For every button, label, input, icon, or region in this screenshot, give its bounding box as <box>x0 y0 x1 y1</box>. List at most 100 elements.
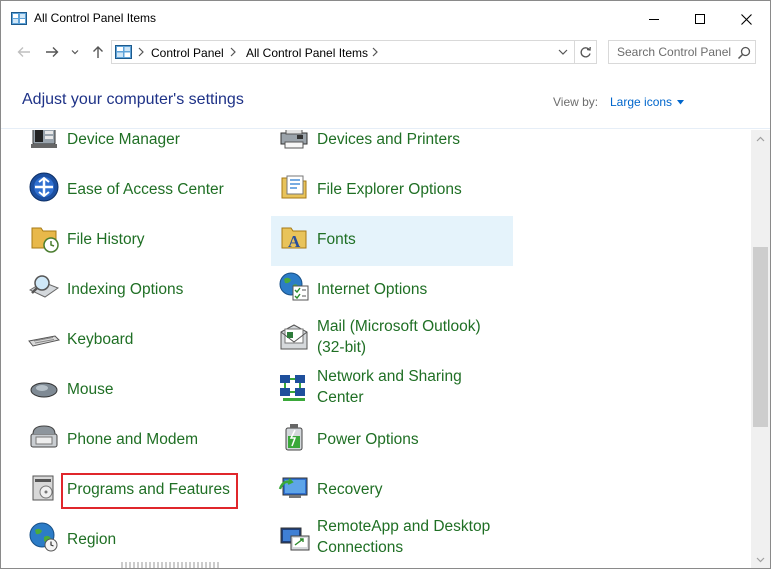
chevron-down-icon <box>756 557 765 562</box>
item-label[interactable]: Region <box>67 529 116 550</box>
item-label[interactable]: RemoteApp and Desktop Connections <box>317 516 497 558</box>
view-by-value[interactable]: Large icons <box>610 95 672 109</box>
item-label[interactable]: Fonts <box>317 229 497 250</box>
file-history-icon <box>31 227 59 253</box>
up-arrow-icon <box>93 46 103 58</box>
chevron-right-icon[interactable] <box>229 46 237 58</box>
maximize-button[interactable] <box>677 1 723 37</box>
svg-text:A: A <box>288 232 301 251</box>
chevron-right-icon[interactable] <box>371 46 379 58</box>
item-ease-of-access[interactable]: Ease of Access Center <box>21 166 243 216</box>
item-keyboard[interactable]: Keyboard <box>21 316 243 366</box>
mouse-icon <box>30 382 58 398</box>
fonts-folder-icon: A <box>281 227 307 251</box>
item-label[interactable]: Network and Sharing Center <box>317 366 497 408</box>
item-label[interactable]: Power Options <box>317 429 497 450</box>
items-panel: Device Manager Ease of Access Center Fil… <box>1 130 751 568</box>
item-label[interactable]: File Explorer Options <box>317 179 497 200</box>
control-panel-window: All Control Panel Items Control Panel Al… <box>0 0 771 569</box>
item-phone-modem[interactable]: Phone and Modem <box>21 416 243 466</box>
minimize-button[interactable] <box>631 1 677 37</box>
control-panel-icon <box>11 12 27 25</box>
item-label[interactable]: Devices and Printers <box>317 130 497 150</box>
recent-locations-button[interactable] <box>67 41 83 63</box>
item-label[interactable]: Keyboard <box>67 329 133 350</box>
item-device-manager[interactable]: Device Manager <box>21 130 243 166</box>
breadcrumb-all-items[interactable]: All Control Panel Items <box>246 46 368 60</box>
close-button[interactable] <box>723 1 769 37</box>
view-by-dropdown[interactable]: Large icons <box>610 95 685 109</box>
refresh-icon <box>580 46 591 57</box>
back-arrow-icon <box>17 47 30 57</box>
up-button[interactable] <box>87 41 109 63</box>
device-manager-icon <box>31 130 57 148</box>
mail-icon <box>280 324 308 350</box>
page-title: Adjust your computer's settings <box>22 91 244 108</box>
ease-of-access-icon <box>29 172 59 202</box>
printer-icon <box>280 130 308 149</box>
address-bar[interactable]: Control Panel All Control Panel Items <box>111 40 575 64</box>
search-box[interactable] <box>608 40 756 64</box>
item-label[interactable]: Recovery <box>317 479 497 500</box>
vertical-scrollbar[interactable] <box>751 130 770 568</box>
item-indexing-options[interactable]: Indexing Options <box>21 266 243 316</box>
item-network-sharing[interactable]: Network and Sharing Center <box>271 366 513 416</box>
view-by-label: View by: <box>553 95 599 109</box>
forward-arrow-icon <box>46 47 59 57</box>
window-title: All Control Panel Items <box>34 11 157 25</box>
item-internet-options[interactable]: Internet Options <box>271 266 513 316</box>
back-button[interactable] <box>13 41 35 63</box>
partial-next-row <box>121 562 221 568</box>
item-label[interactable]: Phone and Modem <box>67 429 198 450</box>
keyboard-icon <box>28 335 60 347</box>
page-header: Adjust your computer's settings View by:… <box>1 67 770 129</box>
item-label[interactable]: Indexing Options <box>67 279 183 300</box>
refresh-button[interactable] <box>575 40 597 64</box>
search-input[interactable] <box>609 41 733 63</box>
item-devices-printers[interactable]: Devices and Printers <box>271 130 513 166</box>
chevron-down-icon <box>71 50 79 55</box>
region-globe-icon <box>29 522 58 552</box>
item-label[interactable]: Mouse <box>67 379 114 400</box>
scroll-down-button[interactable] <box>751 551 770 568</box>
item-power-options[interactable]: Power Options <box>271 416 513 466</box>
phone-modem-icon <box>30 425 58 448</box>
item-recovery[interactable]: Recovery <box>271 466 513 516</box>
recovery-icon <box>278 477 308 498</box>
item-mail[interactable]: Mail (Microsoft Outlook) (32-bit) <box>271 316 513 366</box>
navigation-bar: Control Panel All Control Panel Items <box>1 37 770 67</box>
item-label[interactable]: File History <box>67 229 145 250</box>
maximize-icon <box>695 14 705 24</box>
address-dropdown-icon[interactable] <box>556 46 570 58</box>
scroll-thumb[interactable] <box>753 247 768 427</box>
remoteapp-icon <box>280 527 310 551</box>
dropdown-arrow-icon[interactable] <box>677 99 685 105</box>
title-bar[interactable]: All Control Panel Items <box>1 1 770 37</box>
power-options-icon <box>285 424 303 451</box>
item-remoteapp[interactable]: RemoteApp and Desktop Connections <box>271 516 513 566</box>
chevron-right-icon <box>138 47 144 57</box>
internet-options-icon <box>279 272 309 301</box>
item-file-explorer-options[interactable]: File Explorer Options <box>271 166 513 216</box>
item-label[interactable]: Internet Options <box>317 279 497 300</box>
breadcrumb-control-panel[interactable]: Control Panel <box>151 46 224 60</box>
close-icon <box>740 13 752 25</box>
chevron-up-icon <box>756 136 765 141</box>
indexing-options-icon <box>28 275 60 298</box>
programs-features-icon <box>32 475 54 501</box>
network-icon <box>280 375 305 401</box>
item-mouse[interactable]: Mouse <box>21 366 243 416</box>
item-label[interactable]: Device Manager <box>67 130 180 150</box>
item-fonts[interactable]: A Fonts <box>271 216 513 266</box>
folder-options-icon <box>281 175 307 199</box>
item-file-history[interactable]: File History <box>21 216 243 266</box>
scroll-up-button[interactable] <box>751 130 770 147</box>
item-label[interactable]: Ease of Access Center <box>67 179 224 200</box>
item-label[interactable]: Mail (Microsoft Outlook) (32-bit) <box>317 316 497 358</box>
search-icon[interactable] <box>737 46 751 60</box>
item-region[interactable]: Region <box>21 516 243 566</box>
highlight-annotation-box <box>61 473 238 509</box>
minimize-icon <box>649 19 659 20</box>
forward-button[interactable] <box>41 41 63 63</box>
control-panel-icon <box>115 45 132 59</box>
